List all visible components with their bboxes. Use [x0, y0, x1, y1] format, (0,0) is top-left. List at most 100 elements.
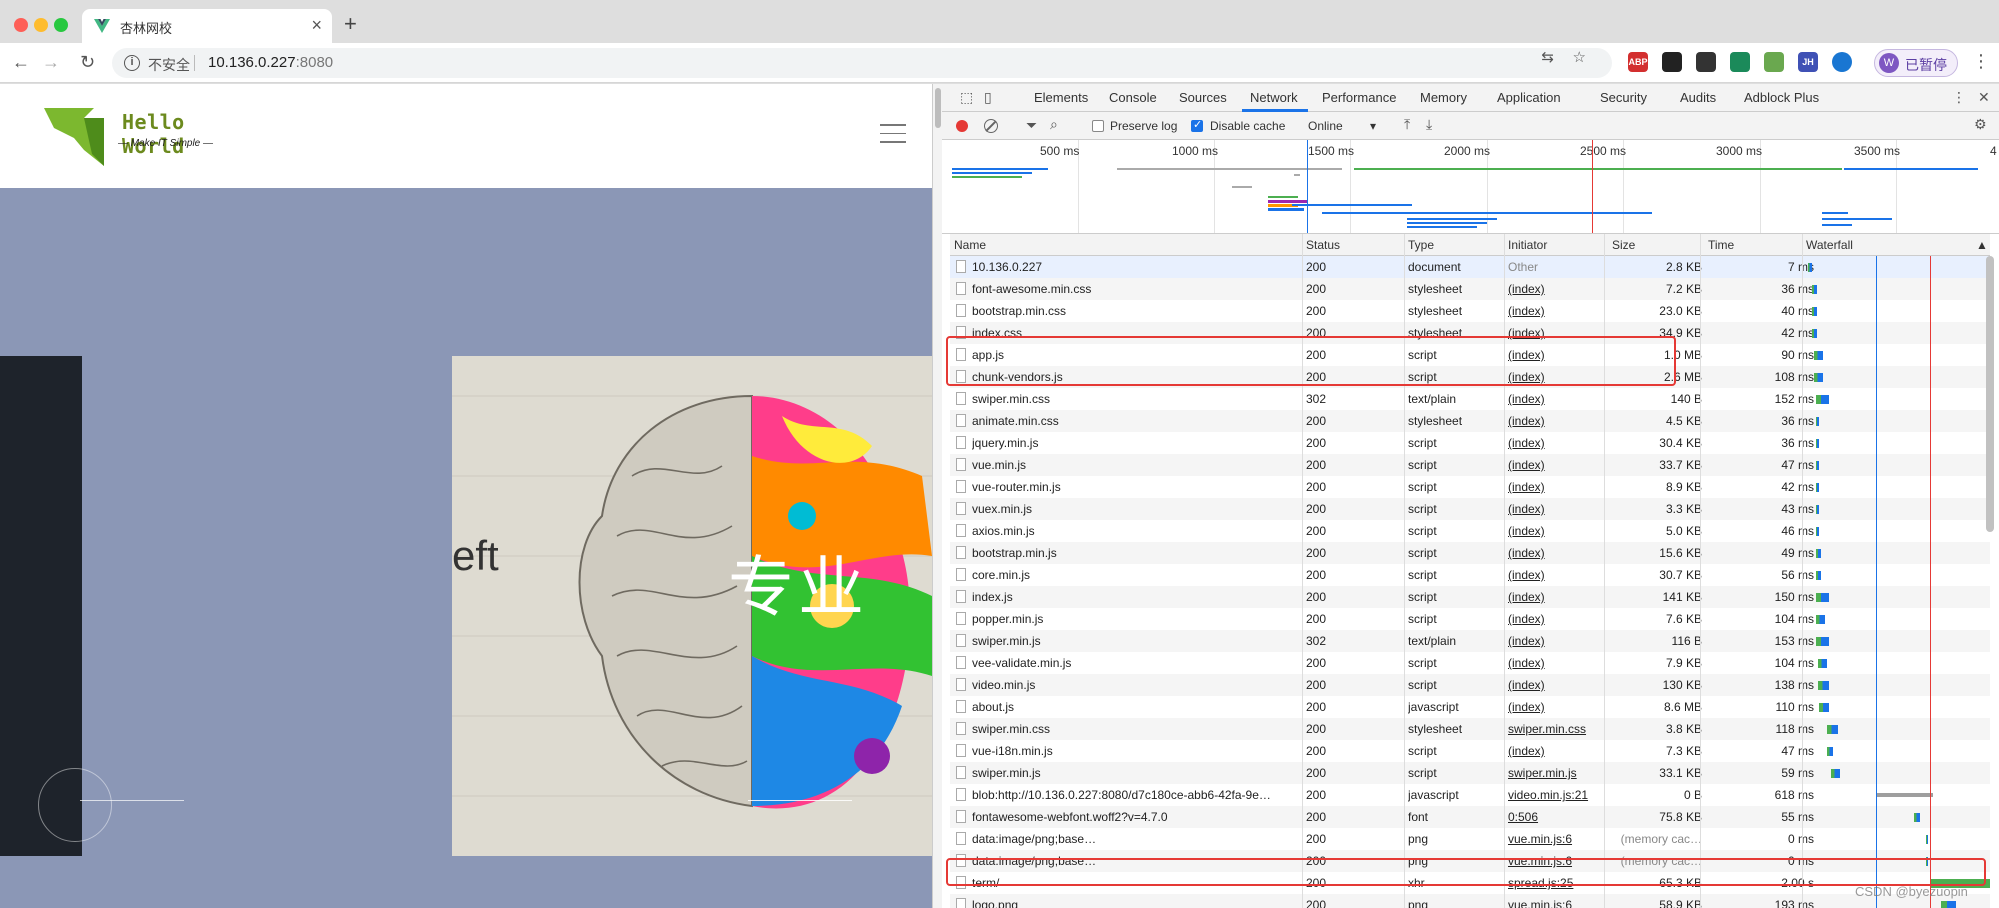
chrome-menu-button[interactable]: ⋮: [1972, 51, 1990, 72]
cell-initiator[interactable]: (index): [1508, 590, 1608, 604]
cell-initiator[interactable]: (index): [1508, 568, 1608, 582]
extension-blue-icon[interactable]: [1832, 52, 1852, 72]
table-row[interactable]: popper.min.js 200 script (index) 7.6 KB 104 m…: [950, 608, 1990, 630]
tab-network[interactable]: Network: [1250, 90, 1298, 105]
window-minimize-button[interactable]: [34, 18, 48, 32]
cell-initiator[interactable]: video.min.js:21: [1508, 788, 1608, 802]
table-row[interactable]: logo.png 200 png vue.min.js:6 58.9 KB 193 ms: [950, 894, 1990, 908]
window-maximize-button[interactable]: [54, 18, 68, 32]
table-row[interactable]: jquery.min.js 200 script (index) 30.4 KB 36 m…: [950, 432, 1990, 454]
column-status[interactable]: Status: [1306, 238, 1340, 252]
tab-adblock-plus[interactable]: Adblock Plus: [1744, 90, 1819, 105]
inspect-element-icon[interactable]: ⬚: [960, 89, 973, 106]
bookmark-star-icon[interactable]: ☆: [1573, 48, 1586, 66]
export-har-icon[interactable]: ⤓: [1426, 116, 1432, 133]
table-row[interactable]: fontawesome-webfont.woff2?v=4.7.0 200 font…: [950, 806, 1990, 828]
cell-initiator[interactable]: vue.min.js:6: [1508, 832, 1608, 846]
column-name[interactable]: Name: [954, 238, 986, 252]
tab-audits[interactable]: Audits: [1680, 90, 1716, 105]
devtools-resize-handle[interactable]: [932, 84, 942, 908]
extension-jh-icon[interactable]: JH: [1798, 52, 1818, 72]
tab-security[interactable]: Security: [1600, 90, 1647, 105]
table-row[interactable]: swiper.min.css 200 stylesheet swiper.min.cs…: [950, 718, 1990, 740]
cell-name[interactable]: 10.136.0.227: [972, 260, 1302, 274]
cell-name[interactable]: vue-i18n.min.js: [972, 744, 1302, 758]
table-row[interactable]: vue-i18n.min.js 200 script (index) 7.3 KB 47 …: [950, 740, 1990, 762]
url-text[interactable]: 10.136.0.227:8080: [208, 54, 333, 71]
table-row[interactable]: animate.min.css 200 stylesheet (index) 4.5 K…: [950, 410, 1990, 432]
cell-name[interactable]: swiper.min.css: [972, 392, 1302, 406]
column-size[interactable]: Size: [1612, 238, 1635, 252]
cell-initiator[interactable]: (index): [1508, 524, 1608, 538]
cell-name[interactable]: font-awesome.min.css: [972, 282, 1302, 296]
search-icon[interactable]: ⌕: [1050, 116, 1058, 133]
slide-next-arrow-icon[interactable]: [748, 800, 852, 801]
cell-initiator[interactable]: (index): [1508, 392, 1608, 406]
slide-prev-button[interactable]: [38, 768, 112, 842]
window-close-button[interactable]: [14, 18, 28, 32]
cell-name[interactable]: video.min.js: [972, 678, 1302, 692]
cell-initiator[interactable]: (index): [1508, 612, 1608, 626]
extension-node-icon[interactable]: [1764, 52, 1784, 72]
table-row[interactable]: core.min.js 200 script (index) 30.7 KB 56 ms: [950, 564, 1990, 586]
cell-initiator[interactable]: (index): [1508, 480, 1608, 494]
tab-sources[interactable]: Sources: [1179, 90, 1227, 105]
reload-button[interactable]: ↻: [80, 51, 95, 73]
import-har-icon[interactable]: ⤒: [1404, 116, 1410, 133]
menu-hamburger-icon[interactable]: [880, 124, 906, 144]
column-type[interactable]: Type: [1408, 238, 1434, 252]
table-row[interactable]: blob:http://10.136.0.227:8080/d7c180ce-a…: [950, 784, 1990, 806]
table-row[interactable]: index.js 200 script (index) 141 KB 150 ms: [950, 586, 1990, 608]
sort-ascending-icon[interactable]: ▲: [1976, 238, 1988, 252]
extension-ghost-icon[interactable]: [1662, 52, 1682, 72]
cell-initiator[interactable]: (index): [1508, 282, 1608, 296]
cell-name[interactable]: swiper.min.css: [972, 722, 1302, 736]
cell-name[interactable]: bootstrap.min.css: [972, 304, 1302, 318]
cell-name[interactable]: vuex.min.js: [972, 502, 1302, 516]
cell-name[interactable]: bootstrap.min.js: [972, 546, 1302, 560]
extension-v-icon[interactable]: [1730, 52, 1750, 72]
clear-icon[interactable]: [984, 119, 998, 133]
chevron-down-icon[interactable]: ▾: [1370, 119, 1376, 133]
cell-name[interactable]: data:image/png;base…: [972, 832, 1302, 846]
table-row[interactable]: swiper.min.css 302 text/plain (index) 140 B 1…: [950, 388, 1990, 410]
cell-name[interactable]: animate.min.css: [972, 414, 1302, 428]
table-row[interactable]: about.js 200 javascript (index) 8.6 MB 110 ms: [950, 696, 1990, 718]
cell-name[interactable]: logo.png: [972, 898, 1302, 908]
tab-memory[interactable]: Memory: [1420, 90, 1467, 105]
table-row[interactable]: swiper.min.js 200 script swiper.min.js 33.1 …: [950, 762, 1990, 784]
cell-initiator[interactable]: (index): [1508, 436, 1608, 450]
info-icon[interactable]: i: [124, 55, 140, 71]
forward-button[interactable]: →: [42, 51, 60, 73]
cell-name[interactable]: index.js: [972, 590, 1302, 604]
cell-initiator[interactable]: (index): [1508, 546, 1608, 560]
filter-icon[interactable]: ⏷: [1026, 117, 1037, 134]
record-button[interactable]: [956, 120, 968, 132]
tab-application[interactable]: Application: [1497, 90, 1561, 105]
preserve-log-checkbox[interactable]: [1092, 120, 1104, 132]
cell-name[interactable]: about.js: [972, 700, 1302, 714]
table-row[interactable]: vue.min.js 200 script (index) 33.7 KB 47 ms: [950, 454, 1990, 476]
table-row[interactable]: vue-router.min.js 200 script (index) 8.9 KB 4…: [950, 476, 1990, 498]
column-waterfall[interactable]: Waterfall: [1806, 238, 1853, 252]
cell-name[interactable]: core.min.js: [972, 568, 1302, 582]
tab-performance[interactable]: Performance: [1322, 90, 1396, 105]
devtools-close-icon[interactable]: ✕: [1978, 89, 1990, 106]
table-row[interactable]: vuex.min.js 200 script (index) 3.3 KB 43 ms: [950, 498, 1990, 520]
tab-console[interactable]: Console: [1109, 90, 1157, 105]
table-row[interactable]: video.min.js 200 script (index) 130 KB 138 ms: [950, 674, 1990, 696]
table-scrollbar[interactable]: [1986, 256, 1994, 532]
cell-initiator[interactable]: (index): [1508, 744, 1608, 758]
table-row[interactable]: bootstrap.min.js 200 script (index) 15.6 KB 4…: [950, 542, 1990, 564]
table-row[interactable]: vee-validate.min.js 200 script (index) 7.9 K…: [950, 652, 1990, 674]
cell-initiator[interactable]: (index): [1508, 656, 1608, 670]
page-scrollbar[interactable]: [935, 88, 941, 128]
slide-prev-arrow-icon[interactable]: [80, 800, 184, 801]
cell-name[interactable]: fontawesome-webfont.woff2?v=4.7.0: [972, 810, 1302, 824]
profile-button[interactable]: W 已暂停: [1874, 49, 1958, 77]
cell-initiator[interactable]: (index): [1508, 502, 1608, 516]
adblock-plus-icon[interactable]: ABP: [1628, 52, 1648, 72]
cell-name[interactable]: blob:http://10.136.0.227:8080/d7c180ce-a…: [972, 788, 1302, 802]
table-row[interactable]: bootstrap.min.css 200 stylesheet (index) 23.…: [950, 300, 1990, 322]
cell-name[interactable]: popper.min.js: [972, 612, 1302, 626]
